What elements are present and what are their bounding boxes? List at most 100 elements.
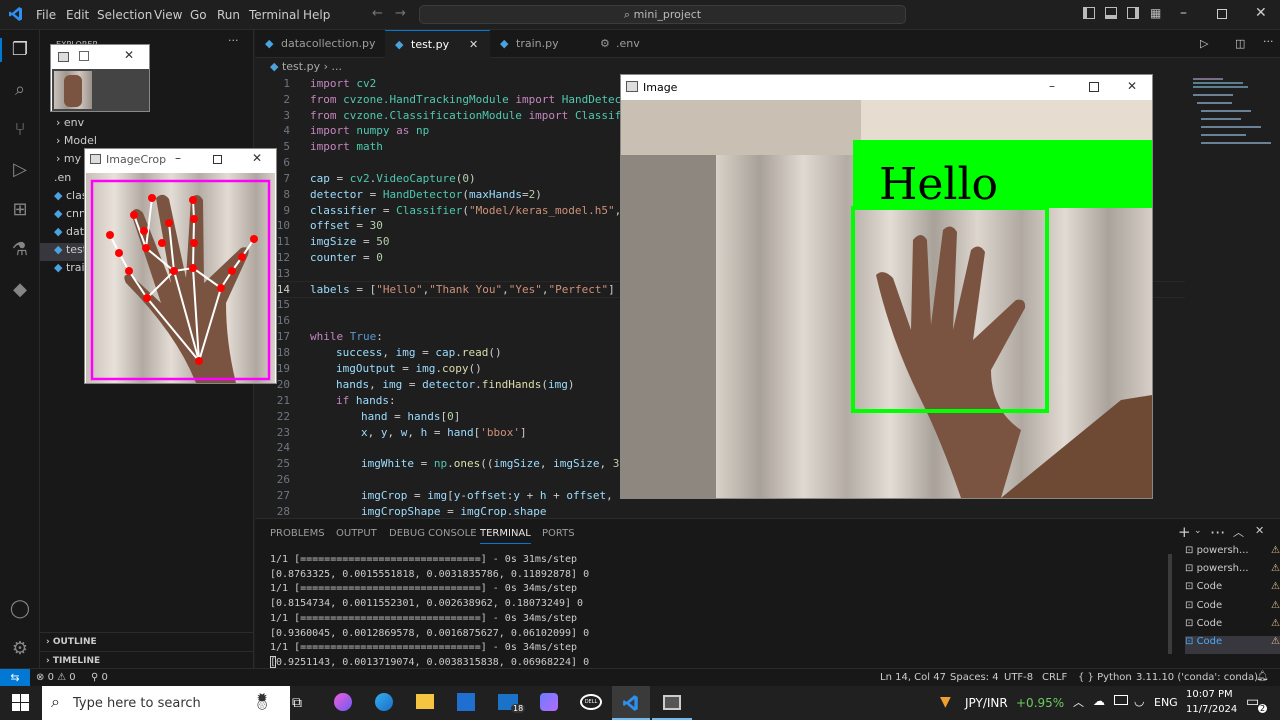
windows-start-icon[interactable] <box>12 694 29 711</box>
chevron-up-icon[interactable]: ︿ <box>1073 694 1084 710</box>
terminal-list-item[interactable]: ⊡ Code ⚠ <box>1185 618 1280 636</box>
close-panel-icon[interactable]: ✕ <box>1255 524 1264 537</box>
vscode-taskbar-icon[interactable] <box>612 686 650 720</box>
tab-output[interactable]: OUTPUT <box>336 528 377 539</box>
terminal-list-item[interactable]: ⊡ powersh... ⚠ <box>1185 563 1280 581</box>
language-mode[interactable]: { } Python <box>1078 672 1132 683</box>
explorer-icon[interactable]: ❐ <box>8 38 32 62</box>
encoding[interactable]: UTF-8 <box>1004 672 1033 683</box>
maximize-icon[interactable] <box>213 155 222 164</box>
testing-icon[interactable]: ⚗ <box>8 238 32 262</box>
toggle-panel-icon[interactable] <box>1105 7 1117 19</box>
tab-datacollection[interactable]: ◆ datacollection.py <box>255 30 385 58</box>
ports-summary[interactable]: ⚲ 0 <box>91 672 108 683</box>
indentation[interactable]: Spaces: 4 <box>950 672 999 683</box>
split-editor-icon[interactable]: ◫ <box>1235 37 1245 50</box>
run-icon[interactable]: ▷ <box>1200 37 1208 50</box>
tab-terminal[interactable]: TERMINAL <box>480 528 531 544</box>
task-view-icon[interactable]: ⧉ <box>292 695 302 711</box>
more-actions-icon[interactable]: ··· <box>1210 523 1225 542</box>
tab-train[interactable]: ◆ train.py <box>490 30 590 58</box>
minimap[interactable] <box>1193 76 1273 156</box>
tab-env[interactable]: ⚙ .env <box>590 30 680 58</box>
terminal-list-item[interactable]: ⊡ powersh... ⚠ <box>1185 545 1280 563</box>
tree-item-cnn[interactable]: ◆ cnn <box>54 207 86 225</box>
timeline-section[interactable]: › TIMELINE <box>40 651 254 669</box>
python-interpreter[interactable]: 3.11.10 ('conda': conda) <box>1136 672 1258 683</box>
tree-item-trai[interactable]: ◆ trai <box>54 261 85 279</box>
terminal-scrollbar[interactable] <box>1168 554 1172 654</box>
wifi-icon[interactable]: ◡ <box>1134 694 1144 708</box>
outline-section[interactable]: › OUTLINE <box>40 632 254 650</box>
imagecrop-window[interactable]: ImageCrop – ✕ <box>84 148 277 384</box>
menu-selection[interactable]: Selection <box>97 8 152 22</box>
tree-item-env[interactable]: › env <box>56 116 84 134</box>
taskbar-search-box[interactable]: ⌕ Type here to search 🍍︎ <box>42 686 290 720</box>
problems-summary[interactable]: ⊗ 0 ⚠ 0 <box>36 672 76 683</box>
dell-icon[interactable]: DELL <box>580 694 602 710</box>
command-center-search[interactable]: ⌕ mini_project <box>419 5 906 24</box>
image-window-titlebar[interactable]: Image – ✕ <box>621 75 1152 100</box>
microsoft-store-icon[interactable] <box>457 693 475 711</box>
imagecrop-window-titlebar[interactable]: ImageCrop – ✕ <box>85 149 276 171</box>
minimize-icon[interactable]: – <box>175 151 181 165</box>
more-actions-icon[interactable]: ··· <box>1263 35 1274 48</box>
tree-item-dat[interactable]: ◆ dat <box>54 225 84 243</box>
tree-item-dotenv[interactable]: .en <box>54 171 71 189</box>
customize-layout-icon[interactable]: ▦ <box>1150 6 1161 20</box>
maximize-icon[interactable] <box>1089 82 1099 92</box>
file-explorer-icon[interactable] <box>416 694 434 709</box>
app-icon[interactable] <box>540 693 558 711</box>
notifications-bell-icon[interactable]: 🔔︎ <box>1256 671 1269 682</box>
tab-test[interactable]: ◆ test.py ✕ <box>385 30 490 58</box>
run-debug-icon[interactable]: ▷ <box>8 158 32 182</box>
close-icon[interactable]: ✕ <box>1127 79 1137 93</box>
clock-date[interactable]: 11/7/2024 <box>1186 704 1237 715</box>
new-terminal-icon[interactable]: + <box>1178 523 1191 541</box>
account-icon[interactable]: ◯ <box>8 597 32 621</box>
menu-go[interactable]: Go <box>190 8 207 22</box>
more-actions-icon[interactable]: ··· <box>228 34 239 47</box>
menu-terminal[interactable]: Terminal <box>249 8 300 22</box>
terminal-list-item[interactable]: ⊡ Code ⚠ <box>1185 581 1280 599</box>
back-arrow-icon[interactable]: ← <box>372 6 383 21</box>
breadcrumb-symbol[interactable]: ... <box>332 60 343 73</box>
image-window[interactable]: Image – ✕ Hello <box>620 74 1153 499</box>
tab-problems[interactable]: PROBLEMS <box>270 528 325 539</box>
tab-debug-console[interactable]: DEBUG CONSOLE <box>389 528 477 539</box>
terminal-list-item[interactable]: ⊡ Code ⚠ <box>1185 600 1280 618</box>
chevron-down-icon[interactable]: ⌄ <box>1194 526 1202 536</box>
edge-browser-icon[interactable] <box>375 693 393 711</box>
menu-file[interactable]: File <box>36 8 56 22</box>
cloud-icon[interactable]: ☁ <box>1093 694 1105 708</box>
tab-close-icon[interactable]: ✕ <box>469 31 478 59</box>
remote-icon[interactable]: ⇆ <box>0 669 30 687</box>
copilot-icon[interactable] <box>334 693 352 711</box>
breadcrumb-file[interactable]: test.py <box>282 60 320 73</box>
extensions-icon[interactable]: ⊞ <box>8 198 32 222</box>
tree-item-my[interactable]: › my <box>56 152 81 170</box>
close-icon[interactable]: ✕ <box>252 151 262 165</box>
terminal-output[interactable]: 1/1 [==============================] - 0… <box>270 553 589 671</box>
cursor-position[interactable]: Ln 14, Col 47 <box>880 672 946 683</box>
language-indicator[interactable]: ENG <box>1154 696 1178 709</box>
menu-help[interactable]: Help <box>303 8 330 22</box>
preview-window[interactable]: ✕ <box>50 44 150 112</box>
close-icon[interactable]: ✕ <box>1255 5 1267 21</box>
python-icon[interactable]: ◆ <box>8 278 32 302</box>
tree-item-clas[interactable]: ◆ clas <box>54 189 88 207</box>
toggle-sidebar-icon[interactable] <box>1083 7 1095 19</box>
search-activity-icon[interactable]: ⌕ <box>8 78 32 102</box>
close-icon[interactable]: ✕ <box>124 48 134 62</box>
preview-window-titlebar[interactable]: ✕ <box>51 45 149 69</box>
manage-gear-icon[interactable]: ⚙ <box>8 637 32 661</box>
maximize-icon[interactable] <box>1217 9 1227 19</box>
minimize-icon[interactable]: – <box>1180 5 1187 21</box>
minimize-icon[interactable]: – <box>1049 79 1055 93</box>
stock-ticker[interactable]: JPY/INR <box>965 696 1008 710</box>
battery-icon[interactable] <box>1114 695 1128 705</box>
maximize-panel-icon[interactable]: ︿ <box>1233 524 1244 540</box>
menu-run[interactable]: Run <box>217 8 240 22</box>
forward-arrow-icon[interactable]: → <box>395 6 406 21</box>
menu-view[interactable]: View <box>154 8 182 22</box>
